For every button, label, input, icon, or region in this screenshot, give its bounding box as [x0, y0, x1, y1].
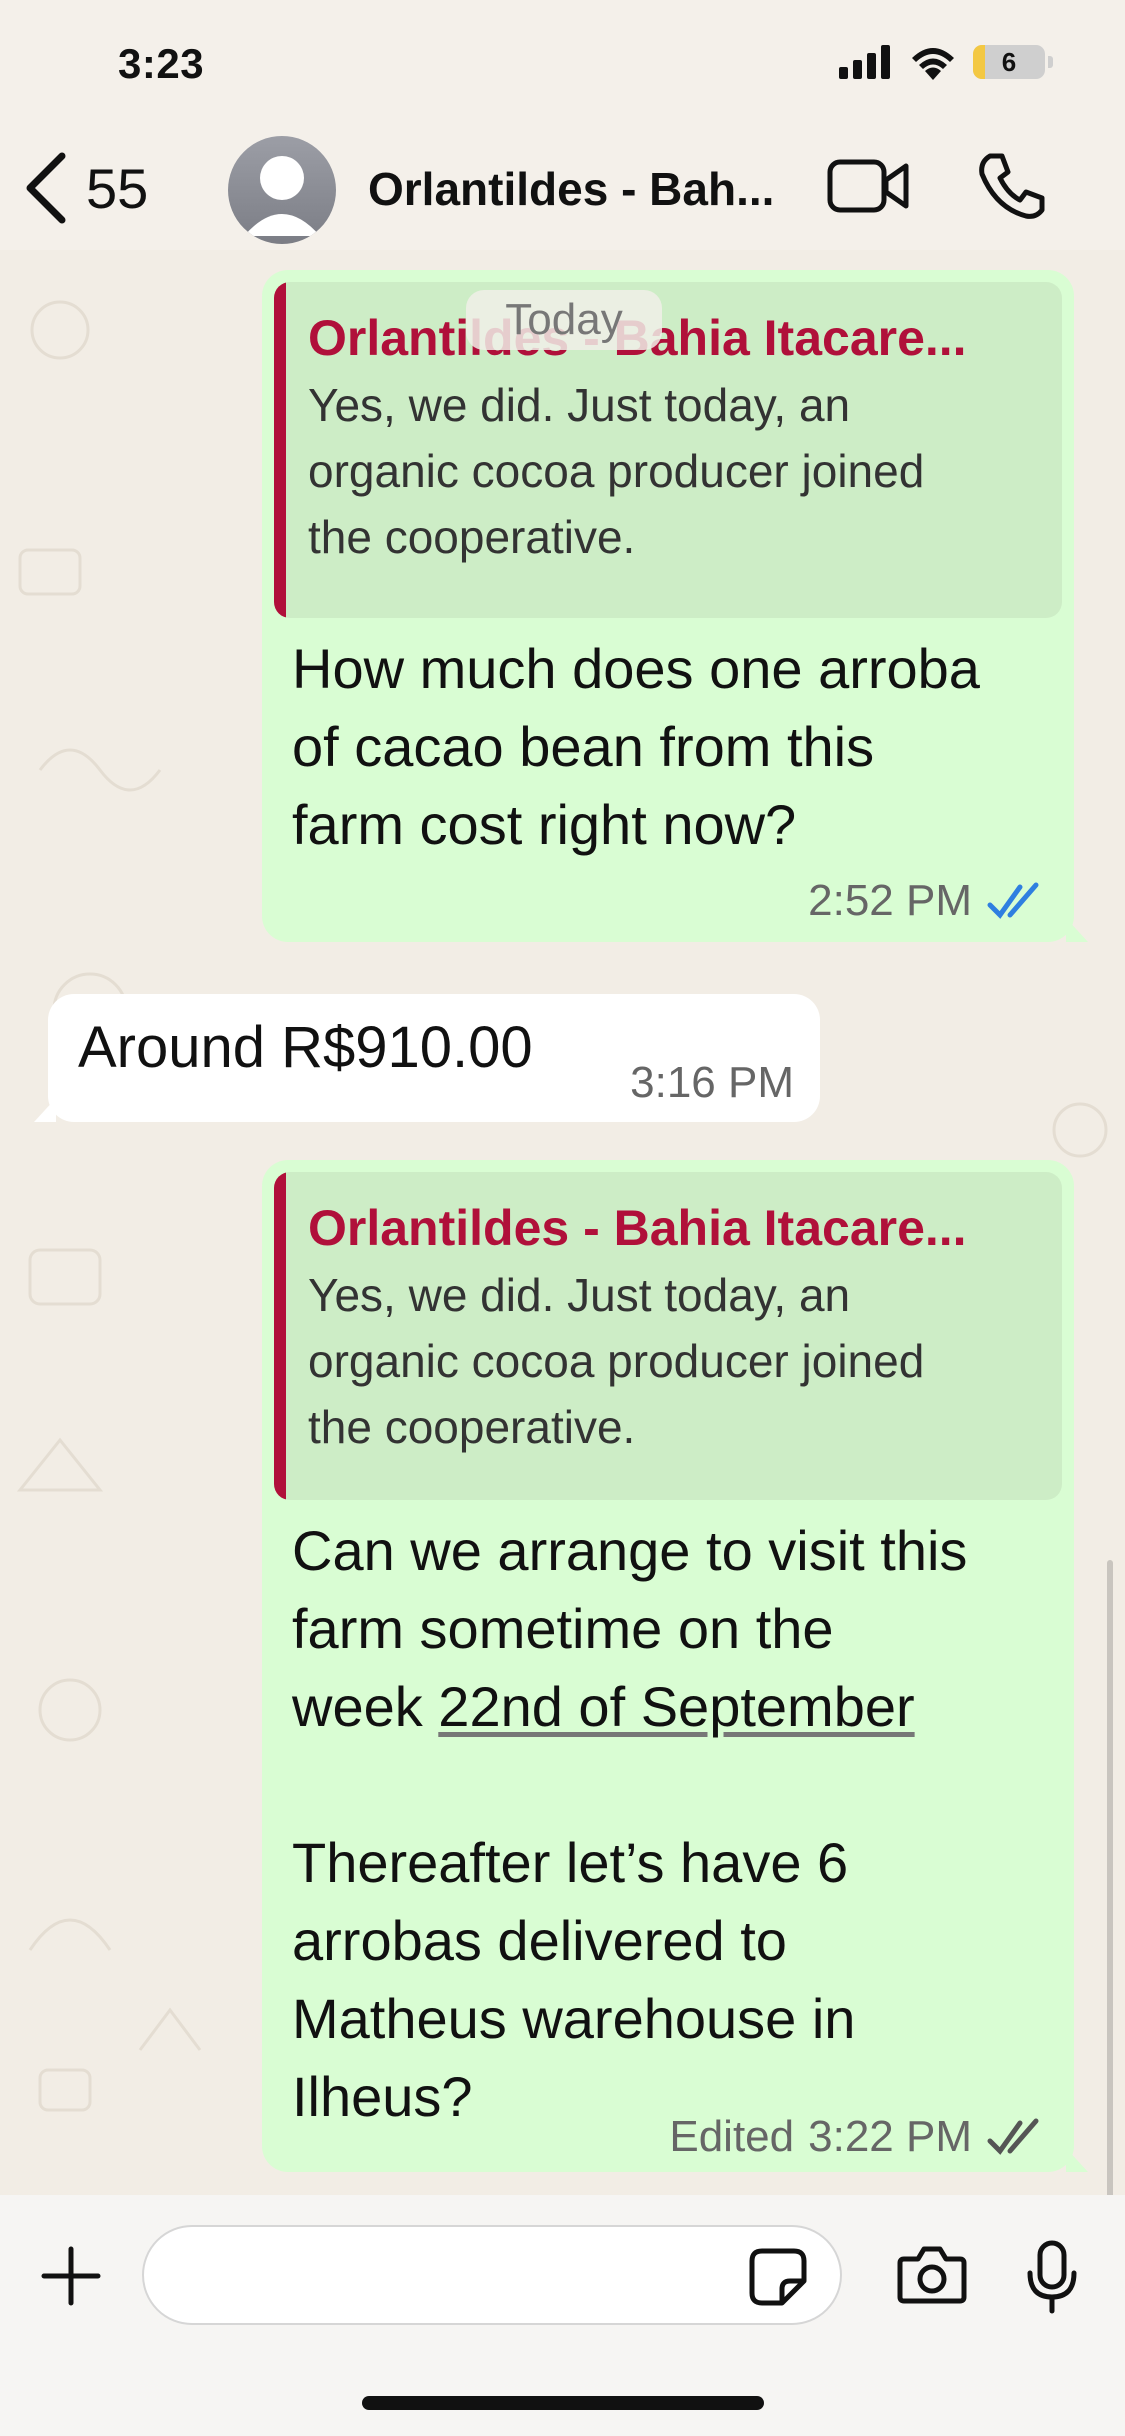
message-bubble-outgoing[interactable]: Orlantildes - Bahia Itacare... Yes, we d…	[262, 1160, 1088, 2172]
message-line: week 22nd of September	[292, 1668, 1054, 1746]
message-line: Thereafter let’s have 6	[292, 1831, 849, 1894]
chevron-left-icon	[26, 152, 66, 224]
quoted-line: organic cocoa producer joined	[308, 1335, 925, 1387]
avatar-person-icon	[244, 156, 320, 236]
quoted-text: Yes, we did. Just today, an organic coco…	[308, 1262, 1042, 1460]
message-meta: Edited 3:22 PM	[669, 2112, 1048, 2162]
message-text: Around R$910.00	[78, 1015, 533, 1080]
quoted-line: organic cocoa producer joined	[308, 445, 925, 497]
message-bubble-outgoing[interactable]: Orlantildes - Bahia Itacare... Yes, we d…	[262, 270, 1088, 942]
sticker-button[interactable]	[748, 2247, 808, 2312]
battery-icon: 6	[973, 45, 1053, 79]
wifi-icon	[912, 48, 954, 80]
quoted-text: Yes, we did. Just today, an organic coco…	[308, 372, 1042, 570]
message-line: farm sometime on the	[292, 1597, 834, 1660]
status-time: 3:23	[118, 40, 205, 87]
attach-button[interactable]	[40, 2245, 102, 2312]
status-bar: 3:23 6	[0, 0, 1125, 130]
microphone-icon	[1027, 2240, 1077, 2314]
voice-call-button[interactable]	[976, 150, 1046, 227]
quoted-line: the cooperative.	[308, 511, 636, 563]
contact-name[interactable]: Orlantildes - Bah...	[368, 162, 774, 216]
sticker-icon	[749, 2248, 807, 2306]
message-bubble-incoming[interactable]: Around R$910.00 3:16 PM	[34, 994, 820, 1122]
message-line: of cacao bean from this	[292, 715, 875, 778]
status-icons: 6	[839, 44, 1053, 80]
delivered-ticks-icon	[987, 2118, 1039, 2155]
message-line: How much does one arroba	[292, 637, 980, 700]
camera-button[interactable]	[896, 2245, 968, 2310]
quoted-line: Yes, we did. Just today, an	[308, 1269, 851, 1321]
camera-icon	[897, 2246, 967, 2304]
message-line: Matheus warehouse in	[292, 1987, 856, 2050]
message-input[interactable]	[142, 2225, 842, 2325]
microphone-button[interactable]	[1024, 2239, 1080, 2320]
message-text: Can we arrange to visit this farm someti…	[292, 1512, 1054, 2136]
message-line: Can we arrange to visit this	[292, 1519, 968, 1582]
video-call-button[interactable]	[826, 154, 910, 223]
quoted-line: the cooperative.	[308, 1401, 636, 1453]
avatar[interactable]	[228, 136, 336, 244]
battery-level: 6	[1001, 46, 1017, 77]
date-link[interactable]: 22nd of September	[438, 1675, 914, 1738]
message-line: farm cost right now?	[292, 793, 797, 856]
scrollbar[interactable]	[1107, 1560, 1113, 2195]
message-line-text: week	[292, 1675, 439, 1738]
video-call-icon	[827, 159, 909, 213]
quoted-sender: Orlantildes - Bahia Itacare...	[308, 1200, 967, 1256]
message-line: arrobas delivered to	[292, 1909, 787, 1972]
message-meta: 2:52 PM	[808, 876, 1048, 926]
quoted-message[interactable]: Orlantildes - Bahia Itacare... Yes, we d…	[274, 1172, 1062, 1500]
battery-cap	[1048, 56, 1053, 68]
plus-icon	[41, 2246, 101, 2306]
phone-icon	[979, 153, 1045, 219]
quoted-sender: Orlantildes - Bahia Itacare...	[308, 310, 967, 366]
message-text: How much does one arroba of cacao bean f…	[292, 630, 1054, 864]
home-indicator[interactable]	[362, 2396, 764, 2410]
signal-icon	[839, 45, 890, 79]
edited-label: Edited	[669, 2112, 795, 2161]
message-time: 3:16 PM	[630, 1058, 794, 1107]
chat-header: 55 Orlantildes - Bah...	[0, 130, 1125, 250]
quoted-message[interactable]: Orlantildes - Bahia Itacare... Yes, we d…	[274, 282, 1062, 618]
message-time: 2:52 PM	[808, 876, 972, 925]
date-chip: Today	[466, 290, 662, 350]
back-button[interactable]: 55	[22, 148, 148, 228]
message-time: 3:22 PM	[808, 2112, 972, 2161]
battery-body: 6	[973, 45, 1045, 79]
chat-area[interactable]: Orlantildes - Bahia Itacare... Yes, we d…	[0, 250, 1125, 2195]
unread-count: 55	[86, 156, 149, 220]
read-ticks-icon	[987, 882, 1039, 919]
quoted-line: Yes, we did. Just today, an	[308, 379, 851, 431]
